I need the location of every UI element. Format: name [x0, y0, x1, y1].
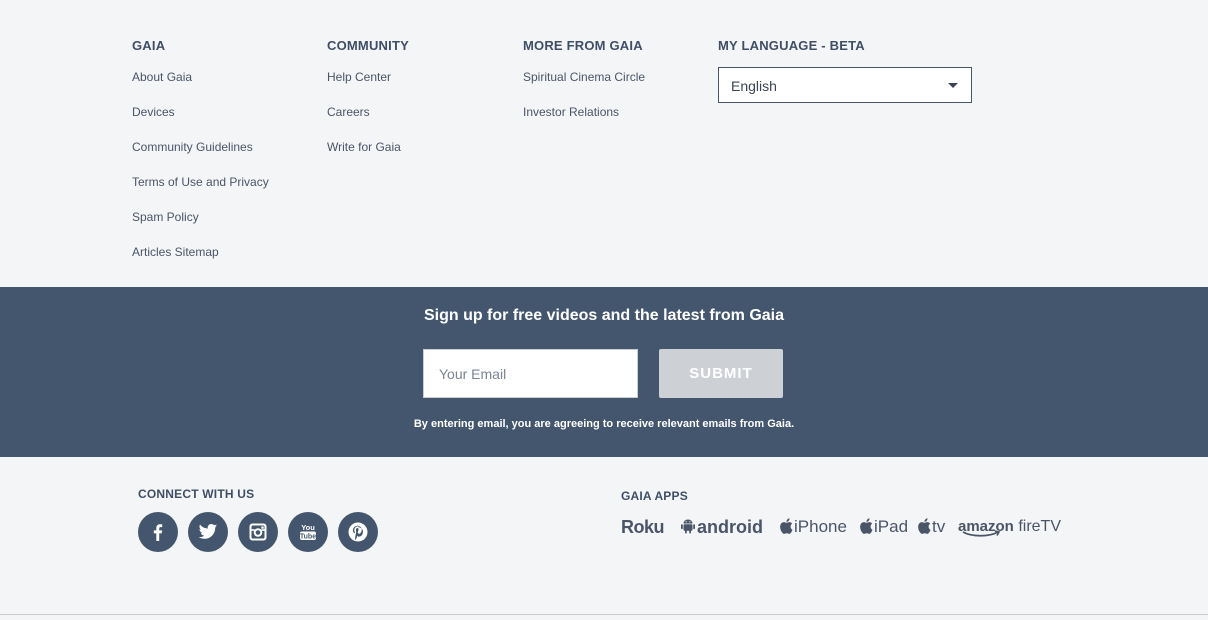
android-app-link[interactable]: android: [681, 515, 763, 539]
roku-app-link[interactable]: Roku: [621, 515, 665, 539]
language-selected-value: English: [731, 78, 777, 94]
footer-column-more-from-gaia: MORE FROM GAIA Spiritual Cinema Circle I…: [523, 38, 645, 140]
firetv-wordmark: fireTV: [1018, 518, 1061, 535]
email-field[interactable]: [424, 350, 637, 397]
link-help-center[interactable]: Help Center: [327, 70, 391, 84]
iphone-app-link[interactable]: iPhone: [780, 515, 847, 539]
instagram-icon[interactable]: [238, 512, 278, 552]
android-icon: [681, 519, 695, 534]
connect-title: CONNECT WITH US: [138, 487, 255, 501]
bottom-divider: [0, 614, 1208, 615]
column-title: MORE FROM GAIA: [523, 38, 643, 53]
link-devices[interactable]: Devices: [132, 105, 175, 119]
youtube-icon[interactable]: You Tube: [288, 512, 328, 552]
signup-disclaimer: By entering email, you are agreeing to r…: [413, 418, 795, 430]
link-community-guidelines[interactable]: Community Guidelines: [132, 140, 253, 154]
footer-column-community: COMMUNITY Help Center Careers Write for …: [327, 38, 409, 175]
column-title: GAIA: [132, 38, 166, 53]
ipad-app-link[interactable]: iPad: [860, 515, 908, 539]
footer-bottom: CONNECT WITH US You Tube GAIA APPS Roku a…: [0, 457, 1208, 620]
link-write-for-gaia[interactable]: Write for Gaia: [327, 140, 401, 154]
footer-column-language: MY LANGUAGE - BETA: [718, 38, 865, 54]
language-select[interactable]: English: [718, 67, 972, 103]
apple-icon: [860, 518, 873, 534]
apps-title: GAIA APPS: [621, 489, 688, 503]
link-about-gaia[interactable]: About Gaia: [132, 70, 192, 84]
link-spam-policy[interactable]: Spam Policy: [132, 210, 199, 224]
amazon-smile-icon: [962, 530, 1001, 537]
link-terms-privacy[interactable]: Terms of Use and Privacy: [132, 175, 269, 189]
link-careers[interactable]: Careers: [327, 105, 370, 119]
link-spiritual-cinema-circle[interactable]: Spiritual Cinema Circle: [523, 70, 645, 84]
apple-icon: [780, 518, 793, 534]
footer-links-section: GAIA About Gaia Devices Community Guidel…: [0, 0, 1208, 287]
link-investor-relations[interactable]: Investor Relations: [523, 105, 619, 119]
amazon-fire-tv-app-link[interactable]: amazon fireTV: [958, 515, 1061, 539]
twitter-icon[interactable]: [188, 512, 228, 552]
apple-tv-app-link[interactable]: tv: [918, 515, 945, 539]
column-title: COMMUNITY: [327, 38, 409, 53]
link-articles-sitemap[interactable]: Articles Sitemap: [132, 245, 219, 259]
apple-icon: [918, 518, 931, 534]
chevron-down-icon: [948, 83, 958, 88]
submit-button[interactable]: SUBMIT: [659, 349, 783, 398]
facebook-icon[interactable]: [138, 512, 178, 552]
svg-text:Tube: Tube: [300, 533, 316, 540]
footer-column-gaia: GAIA About Gaia Devices Community Guidel…: [132, 38, 269, 280]
svg-text:You: You: [301, 523, 315, 532]
pinterest-icon[interactable]: [338, 512, 378, 552]
column-title: MY LANGUAGE - BETA: [718, 38, 865, 53]
newsletter-signup-band: Sign up for free videos and the latest f…: [0, 287, 1208, 457]
email-field-wrapper: [423, 349, 638, 398]
signup-heading: Sign up for free videos and the latest f…: [423, 307, 785, 324]
